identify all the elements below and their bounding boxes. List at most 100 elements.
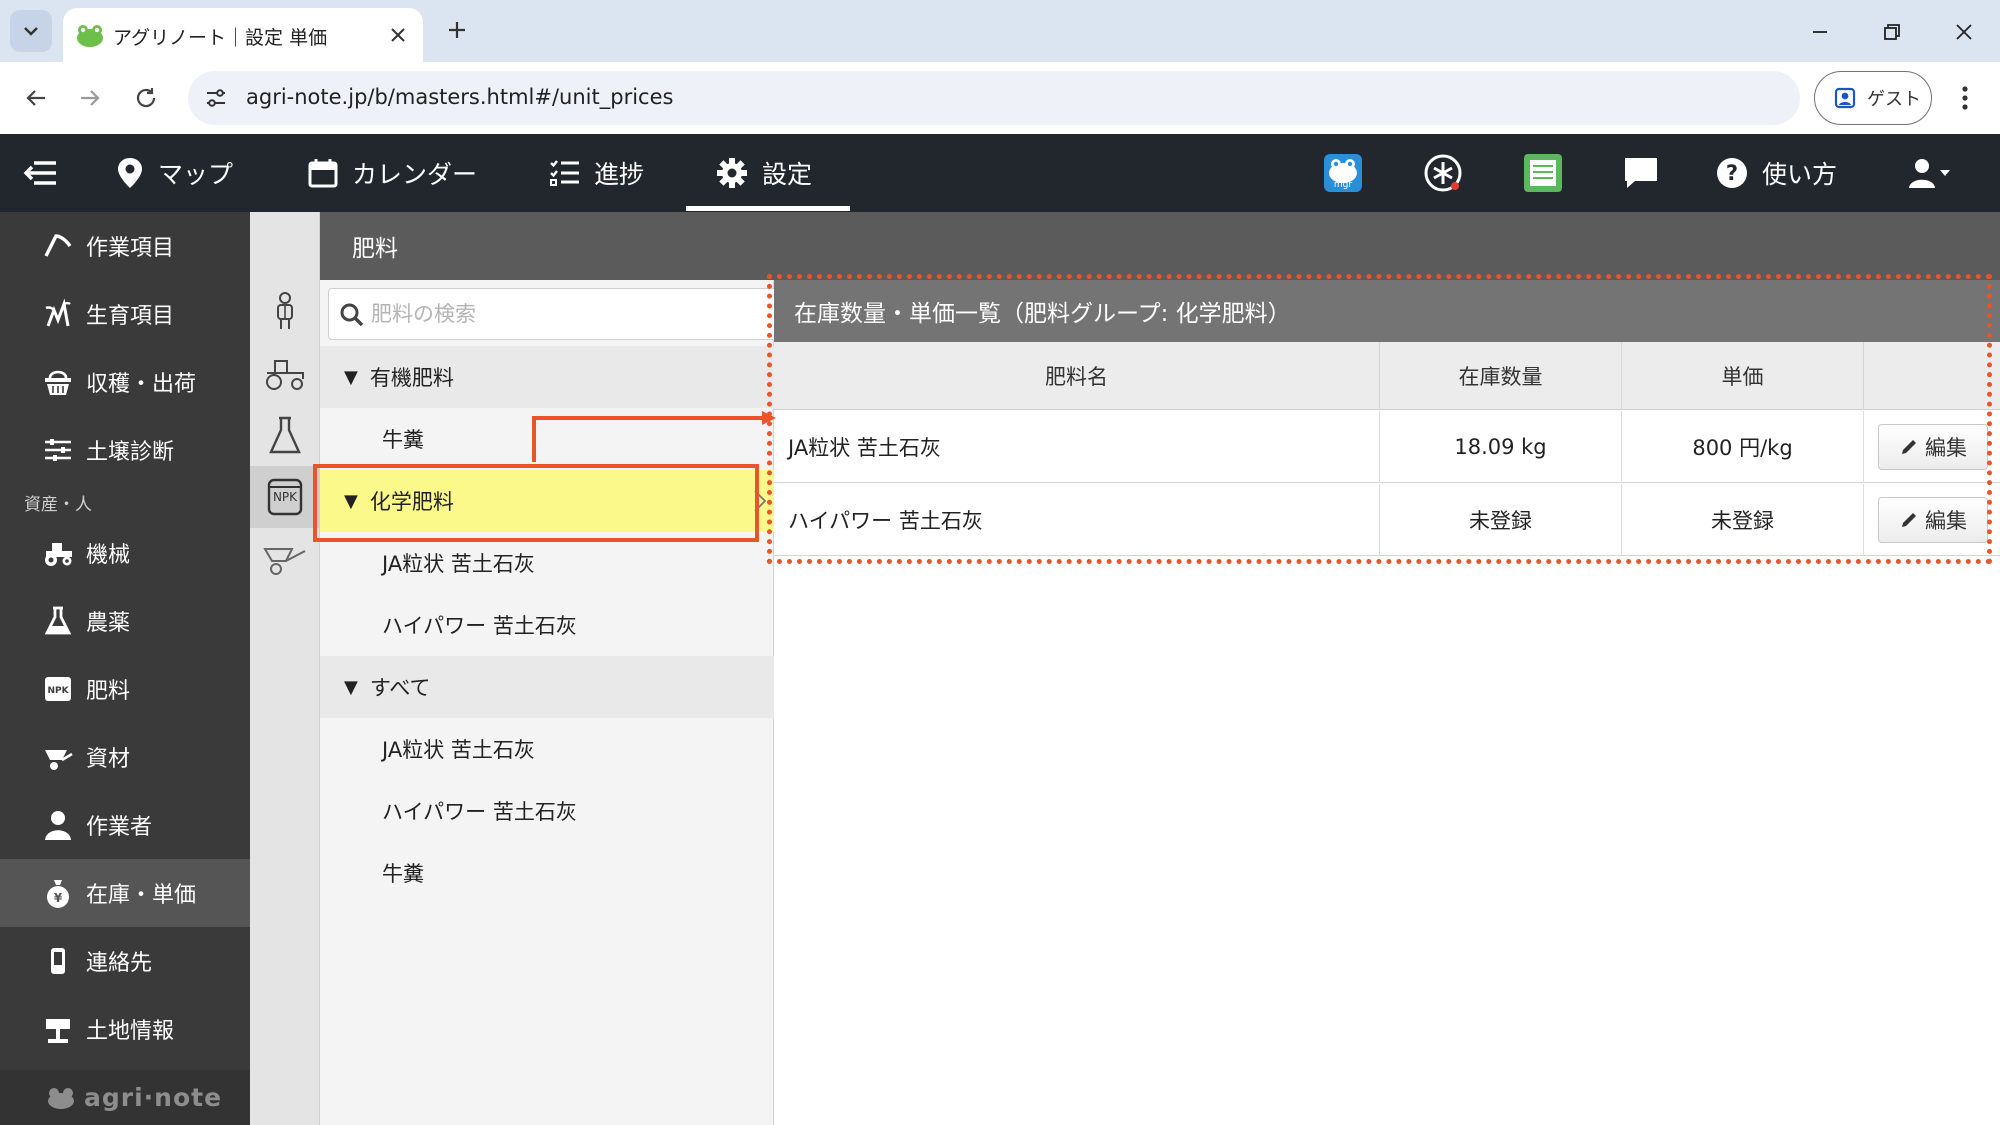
sidebar-item-land-info[interactable]: 土地情報 — [0, 995, 250, 1063]
browser-menu-button[interactable] — [1948, 78, 1982, 118]
sidebar-item-pesticides[interactable]: 農薬 — [0, 587, 250, 655]
url-text[interactable]: agri-note.jp/b/masters.html#/unit_prices — [246, 85, 673, 109]
site-info-icon[interactable] — [202, 84, 230, 112]
cell-name: ハイパワー 苦土石灰 — [774, 484, 1380, 556]
edit-label: 編集 — [1925, 509, 1967, 533]
sidebar-item-workers[interactable]: 作業者 — [0, 791, 250, 859]
profile-button[interactable]: ゲスト — [1814, 71, 1932, 125]
nav-settings[interactable]: 設定 — [716, 134, 812, 212]
phone-icon — [40, 943, 76, 979]
tree-group-label: 化学肥料 — [369, 490, 454, 514]
forward-button[interactable] — [70, 78, 110, 118]
tree-item[interactable]: JA粒状 苦土石灰 — [320, 718, 774, 780]
edit-button[interactable]: 編集 — [1878, 497, 1988, 543]
sidebar-item-materials[interactable]: 資材 — [0, 723, 250, 791]
user-menu-button[interactable] — [1908, 134, 1952, 212]
sidebar-item-growth-items[interactable]: 生育項目 — [0, 280, 250, 348]
signpost-icon — [40, 1011, 76, 1047]
frog-logo-icon — [48, 1087, 74, 1109]
gear-icon — [717, 158, 747, 188]
sidebar-item-label: 農薬 — [86, 611, 131, 636]
caret-down-icon: ▼ — [344, 676, 358, 698]
tree-item[interactable]: 牛糞 — [320, 408, 774, 470]
tree-group-all[interactable]: ▼ すべて — [320, 656, 774, 718]
caret-down-icon: ▼ — [344, 366, 358, 388]
sidebar-item-label: 土地情報 — [86, 1019, 175, 1044]
sidebar-item-inventory-prices[interactable]: ¥ 在庫・単価 — [0, 859, 250, 927]
new-tab-button[interactable] — [440, 13, 474, 47]
cell-qty: 18.09 kg — [1380, 411, 1622, 483]
tree-item[interactable]: JA粒状 苦土石灰 — [320, 532, 774, 594]
tab-close-button[interactable] — [383, 20, 413, 50]
reload-button[interactable] — [126, 78, 166, 118]
messages-button[interactable] — [1619, 151, 1663, 195]
money-bag-icon: ¥ — [40, 875, 76, 911]
tree-group-organic[interactable]: ▼ 有機肥料 — [320, 346, 774, 408]
browser-tab[interactable]: アグリノート｜設定 単価 — [63, 8, 423, 62]
close-window-button[interactable] — [1940, 12, 1988, 52]
sidebar-item-label: 土壌診断 — [86, 440, 175, 465]
mgr-app-button[interactable]: mgr — [1321, 151, 1365, 195]
sidebar-item-harvest[interactable]: 収穫・出荷 — [0, 348, 250, 416]
restore-button[interactable] — [1868, 12, 1916, 52]
cell-price: 未登録 — [1622, 484, 1864, 556]
search-icon — [340, 303, 364, 327]
arrow-left-icon — [26, 90, 45, 106]
search-input[interactable] — [371, 295, 761, 333]
active-tab-indicator — [686, 206, 850, 211]
omnibox[interactable]: agri-note.jp/b/masters.html#/unit_prices — [188, 71, 1800, 125]
back-button[interactable] — [16, 78, 56, 118]
record-book-button[interactable] — [1521, 151, 1565, 195]
user-icon — [1909, 159, 1950, 188]
rail-materials[interactable] — [250, 528, 320, 590]
help-button[interactable]: ? 使い方 — [1716, 134, 1837, 212]
inventory-table-panel: 在庫数量・単価一覧（肥料グループ: 化学肥料） 肥料名 在庫数量 単価 JA粒状… — [774, 280, 2000, 1125]
rail-fertilizers[interactable]: NPK — [250, 466, 320, 528]
nav-progress[interactable]: 進捗 — [550, 134, 644, 212]
chat-icon — [1625, 158, 1657, 188]
reload-icon — [136, 88, 156, 108]
sidebar-item-fertilizers[interactable]: NPK 肥料 — [0, 655, 250, 723]
hoe-icon — [40, 228, 76, 264]
sidebar-item-soil-diagnosis[interactable]: 土壌診断 — [0, 416, 250, 484]
svg-text:NPK: NPK — [47, 686, 69, 696]
nav-label: マップ — [158, 160, 234, 189]
arrow-right-icon — [81, 90, 100, 106]
restore-icon — [1884, 24, 1900, 40]
sidebar-item-label: 肥料 — [86, 679, 131, 704]
rail-workers[interactable] — [250, 280, 320, 342]
tractor-outline-icon — [266, 360, 304, 390]
tree-group-chemical[interactable]: ▼ 化学肥料 — [320, 470, 774, 532]
ledger-icon — [1524, 154, 1562, 192]
tree-item[interactable]: ハイパワー 苦土石灰 — [320, 594, 774, 656]
nav-map[interactable]: マップ — [116, 134, 233, 212]
search-box — [328, 288, 774, 340]
rail-machines[interactable] — [250, 342, 320, 404]
column-header-price: 単価 — [1622, 342, 1864, 410]
tree-item[interactable]: ハイパワー 苦土石灰 — [320, 780, 774, 842]
minimize-button[interactable] — [1796, 12, 1844, 52]
logo-text: agri·note — [84, 1083, 223, 1112]
weather-app-button[interactable] — [1421, 151, 1465, 195]
rail-pesticides[interactable] — [250, 404, 320, 466]
svg-text:?: ? — [1726, 161, 1738, 185]
menu-collapse-icon — [23, 161, 56, 185]
tab-list-button[interactable] — [10, 10, 52, 52]
flask-outline-icon — [269, 416, 301, 454]
nav-label: 進捗 — [594, 160, 645, 189]
pencil-icon — [1902, 440, 1916, 454]
tractor-icon — [40, 535, 76, 571]
sidebar-item-work-items[interactable]: 作業項目 — [0, 212, 250, 280]
sidebar-item-label: 収穫・出荷 — [86, 372, 197, 397]
wheelbarrow-outline-icon — [263, 548, 306, 575]
sidebar-toggle-button[interactable] — [22, 134, 58, 212]
tree-item[interactable]: 牛糞 — [320, 842, 774, 904]
sidebar-item-contacts[interactable]: 連絡先 — [0, 927, 250, 995]
nav-calendar[interactable]: カレンダー — [308, 134, 477, 212]
profile-label: ゲスト — [1867, 89, 1921, 110]
sidebar-item-label: 生育項目 — [86, 304, 175, 329]
frog-favicon-icon — [77, 25, 103, 47]
close-icon — [1956, 24, 1972, 40]
edit-button[interactable]: 編集 — [1878, 424, 1988, 470]
sidebar-item-machines[interactable]: 機械 — [0, 519, 250, 587]
